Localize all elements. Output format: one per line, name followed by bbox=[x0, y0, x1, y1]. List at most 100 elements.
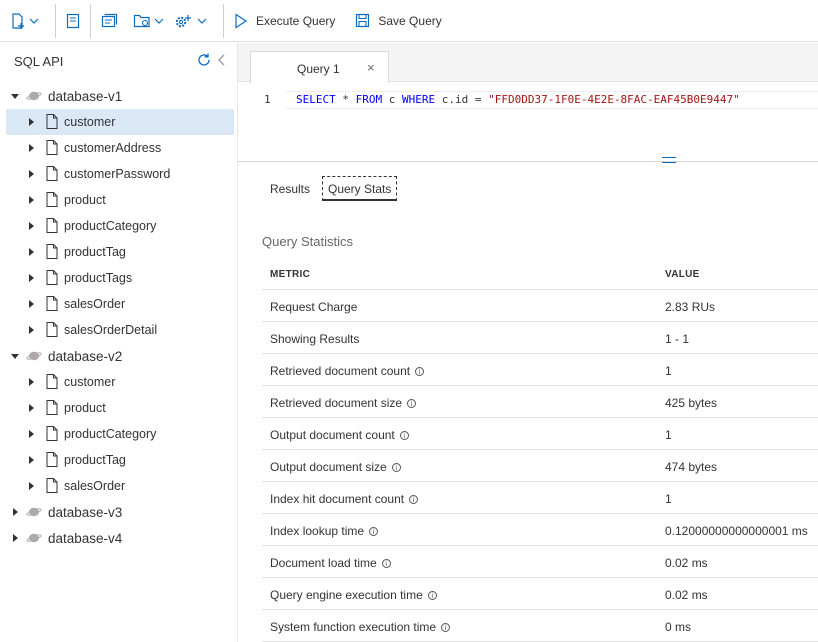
container-node[interactable]: salesOrder bbox=[6, 291, 234, 317]
container-node[interactable]: productCategory bbox=[6, 213, 234, 239]
metric-value: 1 - 1 bbox=[665, 332, 690, 346]
metric-name: Request Charge bbox=[270, 300, 358, 314]
document-icon bbox=[46, 322, 58, 337]
database-label: database-v3 bbox=[48, 504, 123, 520]
chevron-down-icon[interactable] bbox=[154, 9, 164, 33]
caret-right-icon[interactable] bbox=[26, 325, 36, 335]
container-node[interactable]: salesOrder bbox=[6, 473, 234, 499]
container-label: productCategory bbox=[64, 427, 157, 441]
chevron-down-icon[interactable] bbox=[29, 9, 39, 33]
info-icon[interactable]: i bbox=[409, 495, 419, 505]
table-row: Request Charge 2.83 RUs bbox=[262, 290, 818, 322]
sql-text: * bbox=[335, 93, 356, 106]
database-node[interactable]: database-v2 bbox=[6, 343, 234, 369]
info-icon[interactable]: i bbox=[441, 623, 451, 633]
caret-right-icon[interactable] bbox=[26, 299, 36, 309]
container-label: productTag bbox=[64, 245, 126, 259]
container-node[interactable]: productTag bbox=[6, 239, 234, 265]
tab-results[interactable]: Results bbox=[270, 182, 310, 196]
info-icon[interactable]: i bbox=[391, 463, 401, 473]
database-icon bbox=[26, 532, 42, 544]
database-node[interactable]: database-v3 bbox=[6, 499, 234, 525]
open-notebook-icon[interactable] bbox=[66, 9, 80, 33]
container-node[interactable]: productTag bbox=[6, 447, 234, 473]
database-label: database-v1 bbox=[48, 88, 123, 104]
editor-results-splitter bbox=[238, 161, 818, 162]
execute-query-button[interactable]: Execute Query bbox=[224, 6, 345, 36]
caret-right-icon[interactable] bbox=[26, 377, 36, 387]
container-node[interactable]: salesOrderDetail bbox=[6, 317, 234, 343]
caret-right-icon[interactable] bbox=[26, 143, 36, 153]
table-row: Document load time i 0.02 ms bbox=[262, 546, 818, 578]
open-query-icon[interactable] bbox=[133, 9, 151, 33]
container-node[interactable]: customer bbox=[6, 109, 234, 135]
caret-right-icon[interactable] bbox=[26, 273, 36, 283]
info-icon[interactable]: i bbox=[381, 559, 391, 569]
container-node[interactable]: customer bbox=[6, 369, 234, 395]
tab-query-1[interactable]: Query 1 × bbox=[250, 51, 389, 83]
container-node[interactable]: product bbox=[6, 187, 234, 213]
metric-cell: Retrieved document count i bbox=[270, 364, 425, 378]
metric-cell: Retrieved document size i bbox=[270, 396, 417, 410]
container-node[interactable]: customerAddress bbox=[6, 135, 234, 161]
new-query-icon[interactable] bbox=[101, 9, 119, 33]
query-text[interactable]: SELECT * FROM c WHERE c.id = "FFD0DD37-1… bbox=[296, 93, 740, 106]
caret-right-icon[interactable] bbox=[26, 481, 36, 491]
new-container-icon[interactable] bbox=[10, 9, 26, 33]
chevron-down-icon[interactable] bbox=[197, 9, 207, 33]
info-icon[interactable]: i bbox=[369, 527, 379, 537]
document-icon bbox=[46, 374, 58, 389]
close-tab-icon[interactable]: × bbox=[367, 60, 375, 75]
caret-right-icon[interactable] bbox=[26, 429, 36, 439]
container-node[interactable]: product bbox=[6, 395, 234, 421]
caret-right-icon[interactable] bbox=[26, 403, 36, 413]
refresh-icon[interactable] bbox=[196, 52, 212, 68]
metric-name: System function execution time bbox=[270, 620, 437, 634]
sql-text: c.id = bbox=[435, 93, 489, 106]
document-icon bbox=[46, 296, 58, 311]
database-node[interactable]: database-v1 bbox=[6, 83, 234, 109]
caret-down-icon[interactable] bbox=[10, 351, 20, 361]
metric-value: 0.12000000000000001 ms bbox=[665, 524, 808, 538]
container-label: customerAddress bbox=[64, 141, 162, 155]
caret-right-icon[interactable] bbox=[10, 507, 20, 517]
play-icon bbox=[234, 9, 248, 33]
tab-query-stats[interactable]: Query Stats bbox=[322, 176, 398, 201]
query-editor[interactable]: 1 SELECT * FROM c WHERE c.id = "FFD0DD37… bbox=[238, 83, 818, 161]
caret-right-icon[interactable] bbox=[26, 247, 36, 257]
container-node[interactable]: customerPassword bbox=[6, 161, 234, 187]
database-icon bbox=[26, 90, 42, 102]
execute-query-label: Execute Query bbox=[256, 13, 336, 28]
info-icon[interactable]: i bbox=[415, 367, 425, 377]
database-icon bbox=[26, 506, 42, 518]
metric-name: Retrieved document size bbox=[270, 396, 403, 410]
resource-tree-panel: SQL API database-v1 customer customerAddre… bbox=[0, 43, 238, 642]
metric-value: 425 bytes bbox=[665, 396, 718, 410]
container-node[interactable]: productCategory bbox=[6, 421, 234, 447]
container-label: productTag bbox=[64, 453, 126, 467]
sql-keyword: SELECT bbox=[296, 93, 336, 106]
settings-gear-icon[interactable] bbox=[174, 9, 194, 33]
container-label: salesOrder bbox=[64, 479, 126, 493]
caret-down-icon[interactable] bbox=[10, 91, 20, 101]
caret-right-icon[interactable] bbox=[26, 195, 36, 205]
table-row: Showing Results 1 - 1 bbox=[262, 322, 818, 354]
table-row: Output document size i 474 bytes bbox=[262, 450, 818, 482]
splitter-grip-icon[interactable] bbox=[662, 157, 676, 163]
info-icon[interactable]: i bbox=[407, 399, 417, 409]
document-icon bbox=[46, 426, 58, 441]
save-query-label: Save Query bbox=[378, 13, 442, 28]
metric-value: 0.02 ms bbox=[665, 556, 708, 570]
caret-right-icon[interactable] bbox=[26, 455, 36, 465]
caret-right-icon[interactable] bbox=[26, 169, 36, 179]
caret-right-icon[interactable] bbox=[26, 117, 36, 127]
collapse-panel-icon[interactable] bbox=[216, 52, 228, 68]
metric-cell: Request Charge bbox=[270, 300, 357, 314]
container-node[interactable]: productTags bbox=[6, 265, 234, 291]
info-icon[interactable]: i bbox=[399, 431, 409, 441]
save-query-button[interactable]: Save Query bbox=[345, 6, 451, 36]
info-icon[interactable]: i bbox=[427, 591, 437, 601]
caret-right-icon[interactable] bbox=[10, 533, 20, 543]
database-node[interactable]: database-v4 bbox=[6, 525, 234, 551]
caret-right-icon[interactable] bbox=[26, 221, 36, 231]
